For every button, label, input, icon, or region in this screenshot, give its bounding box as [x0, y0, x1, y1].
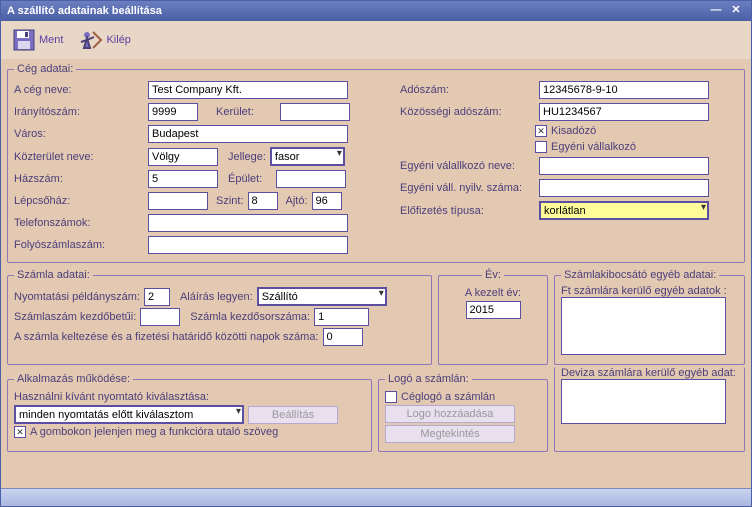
window: A szállító adatainak beállítása — ✕ Ment…: [0, 0, 752, 507]
sub-select[interactable]: korlátlan: [539, 201, 709, 220]
city-label: Város:: [14, 128, 144, 140]
hint-checkbox[interactable]: ✕A gombokon jelenjen meg a funkcióra uta…: [14, 426, 278, 438]
invoice-legend: Számla adatai:: [14, 269, 93, 281]
app-group: Alkalmazás működése: Használni kívánt ny…: [7, 373, 372, 452]
building-label: Épület:: [228, 173, 272, 185]
startno-label: Számla kezdősorszáma:: [190, 311, 310, 323]
startno-input[interactable]: [314, 308, 369, 326]
tax-input[interactable]: [539, 81, 709, 99]
set-printer-button[interactable]: Beállítás: [248, 406, 338, 424]
eu-label: Közösségi adószám:: [400, 106, 535, 118]
hint-label: A gombokon jelenjen meg a funkcióra utal…: [30, 426, 278, 438]
minimize-button[interactable]: —: [707, 4, 725, 18]
district-label: Kerület:: [216, 106, 276, 118]
evreg-input[interactable]: [539, 179, 709, 197]
floor-input[interactable]: [248, 192, 278, 210]
exit-label: Kilép: [106, 34, 130, 46]
year-label: A kezelt év:: [465, 287, 521, 299]
issuer-group: Számlakibocsátó egyéb adatai: Ft számlár…: [554, 269, 745, 365]
evreg-label: Egyéni váll. nyilv. száma:: [400, 182, 535, 194]
client-area: Cég adatai: A cég neve: Irányítószám: Ke…: [1, 59, 751, 488]
invoice-group: Számla adatai: Nyomtatási példányszám: A…: [7, 269, 432, 365]
printer-label: Használni kívánt nyomtató kiválasztása:: [14, 391, 209, 403]
phones-label: Telefonszámok:: [14, 217, 144, 229]
app-legend: Alkalmazás működése:: [14, 373, 133, 385]
phones-input[interactable]: [148, 214, 348, 232]
year-group: Év: A kezelt év:: [438, 269, 548, 365]
window-title: A szállító adatainak beállítása: [7, 5, 705, 17]
sub-label: Előfizetés típusa:: [400, 205, 535, 217]
deviza-textarea[interactable]: [561, 379, 726, 424]
city-input[interactable]: [148, 125, 348, 143]
save-label: Ment: [39, 34, 63, 46]
toolbar: Ment Kilép: [1, 21, 751, 59]
sign-label: Aláírás legyen:: [180, 291, 253, 303]
copies-input[interactable]: [144, 288, 170, 306]
name-label: A cég neve:: [14, 84, 144, 96]
save-button[interactable]: Ment: [5, 25, 70, 55]
kisado-label: Kisadózó: [551, 125, 596, 137]
zip-label: Irányítószám:: [14, 106, 144, 118]
exit-icon: [79, 28, 103, 52]
company-legend: Cég adatai:: [14, 63, 76, 75]
company-group: Cég adatai: A cég neve: Irányítószám: Ke…: [7, 63, 745, 263]
logo-chk-label: Céglogó a számlán: [401, 391, 495, 403]
logo-add-button[interactable]: Logo hozzáadása: [385, 405, 515, 423]
issuer-legend: Számlakibocsátó egyéb adatai:: [561, 269, 719, 281]
stair-label: Lépcsőház:: [14, 195, 144, 207]
tax-label: Adószám:: [400, 84, 535, 96]
bank-label: Folyószámlaszám:: [14, 239, 144, 251]
logo-checkbox[interactable]: Céglogó a számlán: [385, 391, 495, 403]
deviza-label: Deviza számlára kerülő egyéb adat:: [561, 367, 736, 379]
ft-label: Ft számlára kerülő egyéb adatok :: [561, 285, 727, 297]
year-input[interactable]: [466, 301, 521, 319]
prefix-input[interactable]: [140, 308, 180, 326]
eu-input[interactable]: [539, 103, 709, 121]
days-label: A számla keltezése és a fizetési határid…: [14, 331, 319, 343]
houseno-input[interactable]: [148, 170, 218, 188]
kisado-checkbox[interactable]: ✕Kisadózó: [535, 125, 596, 137]
logo-group: Logó a számlán: Céglogó a számlán Logo h…: [378, 373, 548, 452]
company-name-input[interactable]: [148, 81, 348, 99]
evname-label: Egyéni válallkozó neve:: [400, 160, 535, 172]
floppy-icon: [12, 28, 36, 52]
stair-input[interactable]: [148, 192, 208, 210]
district-input[interactable]: [280, 103, 350, 121]
streettype-label: Jellege:: [228, 151, 266, 163]
door-input[interactable]: [312, 192, 342, 210]
days-input[interactable]: [323, 328, 363, 346]
logo-view-button[interactable]: Megtekintés: [385, 425, 515, 443]
titlebar: A szállító adatainak beállítása — ✕: [1, 1, 751, 21]
printer-select[interactable]: minden nyomtatás előtt kiválasztom: [14, 405, 244, 424]
floor-label: Szint:: [216, 195, 244, 207]
zip-input[interactable]: [148, 103, 198, 121]
copies-label: Nyomtatási példányszám:: [14, 291, 140, 303]
ft-textarea[interactable]: [561, 297, 726, 355]
streettype-select[interactable]: fasor: [270, 147, 345, 166]
deviza-group: Deviza számlára kerülő egyéb adat:: [554, 367, 745, 452]
houseno-label: Házszám:: [14, 173, 144, 185]
sign-select[interactable]: Szállító: [257, 287, 387, 306]
egyeni-label: Egyéni vállalkozó: [551, 141, 636, 153]
year-legend: Év:: [482, 269, 504, 281]
building-input[interactable]: [276, 170, 346, 188]
street-label: Közterület neve:: [14, 151, 144, 163]
door-label: Ajtó:: [286, 195, 308, 207]
exit-button[interactable]: Kilép: [72, 25, 137, 55]
prefix-label: Számlaszám kezdőbetűi:: [14, 311, 136, 323]
bank-input[interactable]: [148, 236, 348, 254]
logo-legend: Logó a számlán:: [385, 373, 472, 385]
street-input[interactable]: [148, 148, 218, 166]
statusbar: [1, 488, 751, 506]
evname-input[interactable]: [539, 157, 709, 175]
close-button[interactable]: ✕: [727, 4, 745, 18]
egyeni-checkbox[interactable]: Egyéni vállalkozó: [535, 141, 636, 153]
